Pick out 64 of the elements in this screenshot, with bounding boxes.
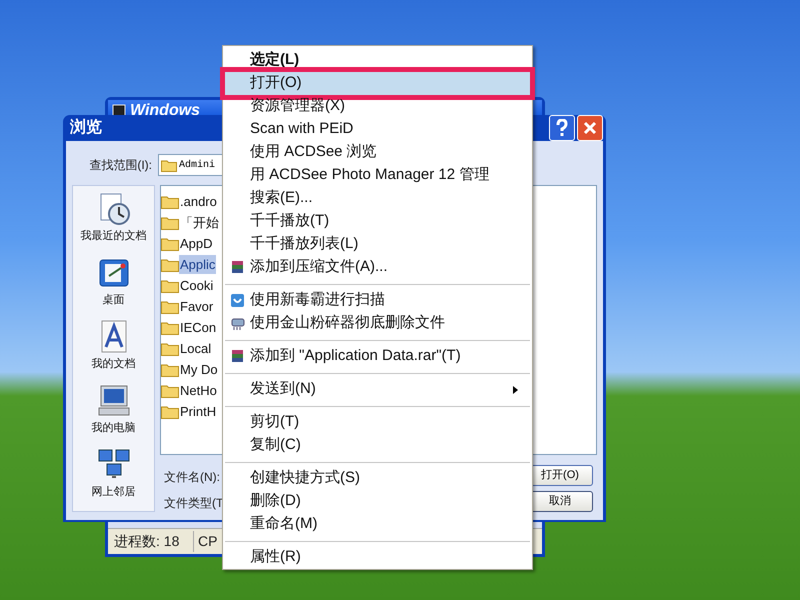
folder-icon: [161, 236, 179, 250]
close-button[interactable]: [577, 115, 603, 141]
file-name-label: 文件名(N):: [164, 469, 220, 486]
file-item[interactable]: PrintH: [179, 402, 218, 422]
file-type-label: 文件类型(T: [164, 495, 224, 512]
folder-icon: [161, 194, 179, 208]
status-text: 进程数: 18: [108, 531, 194, 552]
menu-item[interactable]: 添加到 "Application Data.rar"(T): [225, 345, 530, 368]
menu-item[interactable]: 打开(O): [225, 72, 530, 95]
window-title: Windows: [130, 101, 200, 121]
folder-icon: [161, 320, 179, 334]
place-item[interactable]: 桌面: [102, 292, 124, 308]
menu-item[interactable]: 使用金山粉碎器彻底删除文件: [225, 312, 530, 335]
folder-icon: [161, 300, 179, 314]
place-item[interactable]: 我的电脑: [92, 420, 136, 436]
help-button[interactable]: [549, 115, 575, 141]
folder-icon: [161, 362, 179, 376]
menu-item[interactable]: 资源管理器(X): [225, 95, 530, 118]
menu-item[interactable]: 使用 ACDSee 浏览: [225, 141, 530, 164]
book-stack-icon: [230, 260, 245, 275]
book-stack-icon: [230, 349, 245, 364]
folder-icon: [161, 384, 179, 398]
file-item[interactable]: NetHo: [179, 380, 218, 400]
menu-item[interactable]: 千千播放列表(L): [225, 233, 530, 256]
file-item[interactable]: 「开始: [179, 212, 220, 232]
folder-icon: [161, 158, 177, 172]
menu-item[interactable]: 剪切(T): [225, 411, 530, 434]
menu-item[interactable]: 添加到压缩文件(A)...: [225, 256, 530, 279]
folder-icon: [161, 258, 179, 272]
menu-item[interactable]: 发送到(N): [225, 378, 530, 401]
file-item[interactable]: Applic: [179, 254, 216, 274]
file-item[interactable]: AppD: [179, 234, 214, 254]
menu-item[interactable]: 重命名(M): [225, 513, 530, 536]
network-icon: [96, 448, 130, 481]
computer-icon: [96, 384, 130, 417]
menu-item[interactable]: 搜索(E)...: [225, 187, 530, 210]
menu-item[interactable]: 复制(C): [225, 434, 530, 457]
help-icon: [555, 119, 569, 137]
file-item[interactable]: IECon: [179, 318, 218, 338]
look-in-label: 查找范围(I):: [88, 157, 153, 174]
dialog-title: 浏览: [70, 117, 102, 138]
place-item[interactable]: 我的文档: [92, 356, 136, 372]
file-item[interactable]: My Do: [179, 360, 219, 380]
folder-icon: [161, 216, 179, 230]
file-item[interactable]: .andro: [179, 192, 218, 212]
place-item[interactable]: 我最近的文档: [80, 228, 146, 244]
menu-item[interactable]: Scan with PEiD: [225, 118, 530, 141]
shredder-icon: [230, 316, 245, 331]
place-item[interactable]: 网上邻居: [92, 484, 136, 500]
folder-icon: [161, 404, 179, 418]
file-item[interactable]: Favor: [179, 296, 214, 316]
menu-item[interactable]: 属性(R): [225, 546, 530, 569]
file-item[interactable]: Local: [179, 338, 212, 358]
menu-item[interactable]: 用 ACDSee Photo Manager 12 管理: [225, 164, 530, 187]
menu-item[interactable]: 使用新毒霸进行扫描: [225, 289, 530, 312]
close-icon: [583, 121, 597, 135]
file-item[interactable]: Cooki: [179, 276, 214, 296]
menu-item[interactable]: 选定(L): [225, 49, 530, 72]
folder-icon: [161, 342, 179, 356]
menu-item[interactable]: 千千播放(T): [225, 210, 530, 233]
status-text: CP: [197, 532, 218, 551]
folder-icon: [161, 278, 179, 292]
menu-item[interactable]: 删除(D): [225, 490, 530, 513]
menu-item[interactable]: 创建快捷方式(S): [225, 467, 530, 490]
